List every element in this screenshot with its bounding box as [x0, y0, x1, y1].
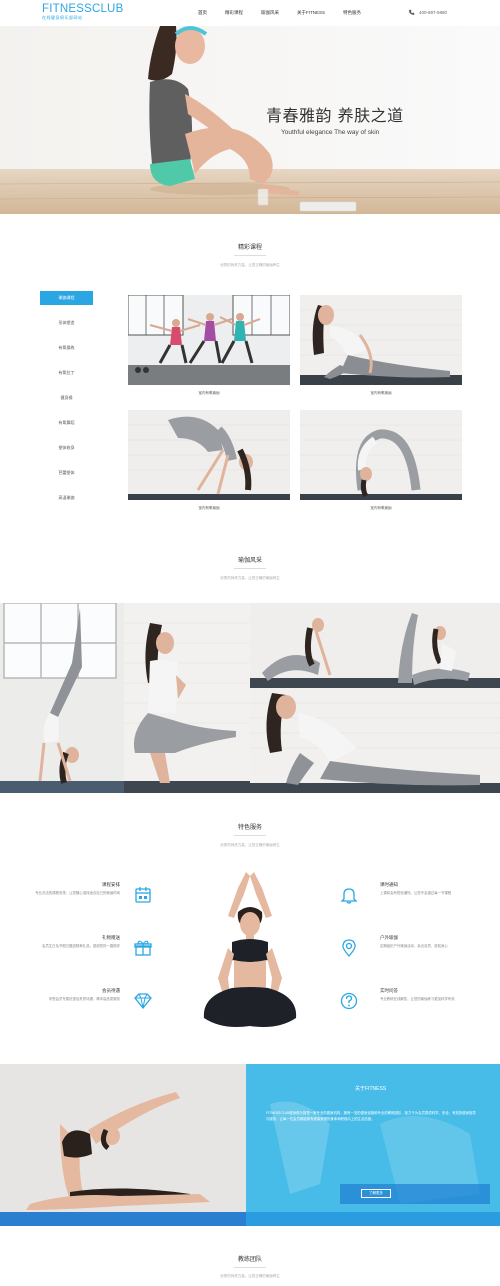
- service-desc: 会员生日及节假日赠送精美礼品，感谢您的一路陪伴: [42, 944, 120, 948]
- phone-icon: [409, 9, 415, 15]
- course-image: [300, 295, 462, 385]
- gallery-divider: [234, 568, 266, 569]
- course-image: [300, 410, 462, 500]
- nav-item-gallery[interactable]: 瑜伽风采: [261, 10, 279, 16]
- course-image: [128, 295, 290, 385]
- gallery-image: [0, 603, 500, 793]
- services-title: 特色服务: [237, 825, 262, 831]
- phone-contact: 400-897-5880: [408, 9, 447, 16]
- logo[interactable]: FITNESSCLUB 在线健身俱乐部网站: [42, 3, 123, 21]
- course-caption: 室内有氧瑜伽: [370, 506, 392, 510]
- service-title: 会员待遇: [102, 988, 120, 993]
- gallery-subtitle: 优秀的师资力量，让您正确的瑜伽养生: [220, 576, 280, 580]
- service-item: 礼物赠送 会员生日及节假日赠送精美礼品，感谢您的一路陪伴: [30, 935, 120, 949]
- sidebar-item-fitness-dance[interactable]: 健身操: [40, 391, 93, 416]
- yoga-figure-image: [203, 872, 297, 1027]
- courses-subtitle: 优秀的师资力量，让您正确的瑜伽养生: [220, 263, 280, 267]
- courses-divider: [234, 255, 266, 256]
- sidebar-item-slimming[interactable]: 塑体修身: [40, 441, 93, 466]
- courses-title: 精彩课程: [237, 245, 262, 251]
- course-caption: 室内有氧瑜伽: [198, 506, 220, 510]
- hero-title: 青春雅韵 养肤之道: [266, 106, 404, 125]
- learn-more-button[interactable]: 了解更多: [361, 1189, 391, 1198]
- service-title: 实时问答: [380, 988, 398, 993]
- main-nav: 首页 精彩课程 瑜伽风采 关于FITNESS 特色服务: [198, 10, 379, 16]
- course-card[interactable]: [128, 410, 290, 500]
- question-icon: [340, 992, 358, 1010]
- service-item: 会员待遇 享受会员专属优惠及贵宾待遇，尊享高品质服务: [30, 988, 120, 1002]
- service-title: 户外瑜伽: [380, 935, 398, 940]
- course-image: [128, 410, 290, 500]
- logo-tagline: 在线健身俱乐部网站: [42, 15, 83, 20]
- site-header: FITNESSCLUB 在线健身俱乐部网站 首页 精彩课程 瑜伽风采 关于FIT…: [0, 0, 500, 26]
- phone-number: 400-897-5880: [419, 10, 448, 15]
- nav-item-home[interactable]: 首页: [198, 10, 207, 16]
- course-caption: 室内有氧瑜伽: [370, 391, 392, 395]
- diamond-icon: [134, 993, 152, 1010]
- logo-text: FITNESSCLUB: [42, 3, 124, 15]
- sidebar-item-yoga[interactable]: 瑜伽课程: [40, 291, 93, 305]
- service-desc: 定期组织户外瑜伽活动，亲近自然，放松身心: [380, 944, 448, 948]
- sidebar-item-hot-yoga[interactable]: 高温瑜伽: [40, 491, 93, 516]
- sidebar-item-body-shaping[interactable]: 形体塑造: [40, 316, 93, 341]
- service-desc: 专业灵活的课程安排，让您随心选择适合自己的瑜伽时间: [35, 891, 120, 895]
- service-item: 课程安排 专业灵活的课程安排，让您随心选择适合自己的瑜伽时间: [30, 882, 120, 896]
- service-desc: 享受会员专属优惠及贵宾待遇，尊享高品质服务: [48, 997, 120, 1001]
- sidebar-item-aerobics[interactable]: 有氧操练: [40, 341, 93, 366]
- gallery-title: 瑜伽风采: [237, 558, 262, 564]
- about-section: [0, 1064, 500, 1226]
- service-desc: 上课前会有短信通知，让您不会错过每一节课程: [380, 891, 452, 895]
- service-title: 课时通知: [380, 882, 398, 887]
- hero-subtitle: Youthful elegance The way of skin: [281, 129, 380, 136]
- service-item: 实时问答 专业教练在线解答，让您的瑜伽练习更加科学有效: [380, 988, 470, 1002]
- service-item: 课时通知 上课前会有短信通知，让您不会错过每一节课程: [380, 882, 470, 896]
- nav-item-services[interactable]: 特色服务: [343, 10, 361, 16]
- hero-image: [0, 24, 500, 214]
- team-divider: [234, 1267, 266, 1268]
- services-divider: [234, 835, 266, 836]
- course-sidebar: 瑜伽课程 形体塑造 有氧操练 有氧拉丁 健身操 有氧舞蹈 塑体修身 芭蕾塑体 高…: [40, 291, 93, 516]
- course-card[interactable]: [300, 410, 462, 500]
- service-desc: 专业教练在线解答，让您的瑜伽练习更加科学有效: [380, 997, 455, 1001]
- about-text: FITNESSCLUB健身俱乐部是一家专业的健身机构，拥有一流的健身设施和专业的…: [266, 1111, 476, 1121]
- about-title: 关于FITNESS: [355, 1086, 387, 1092]
- bell-icon: [340, 888, 358, 904]
- about-image: [0, 1064, 500, 1226]
- sidebar-item-aerobic-dance[interactable]: 有氧舞蹈: [40, 416, 93, 441]
- course-card[interactable]: [128, 295, 290, 385]
- hero-banner: 青春雅韵 养肤之道 Youthful elegance The way of s…: [0, 24, 500, 214]
- sidebar-item-ballet[interactable]: 芭蕾塑体: [40, 466, 93, 491]
- services-subtitle: 优秀的师资力量，让您正确的瑜伽养生: [220, 843, 280, 847]
- service-item: 户外瑜伽 定期组织户外瑜伽活动，亲近自然，放松身心: [380, 935, 470, 949]
- gallery-grid: [0, 603, 500, 793]
- calendar-icon: [135, 887, 151, 903]
- team-title: 教练团队: [237, 1257, 262, 1263]
- nav-item-courses[interactable]: 精彩课程: [225, 10, 243, 16]
- gift-icon: [134, 940, 152, 956]
- service-title: 礼物赠送: [102, 935, 120, 940]
- service-title: 课程安排: [102, 882, 120, 887]
- sidebar-item-latin[interactable]: 有氧拉丁: [40, 366, 93, 391]
- course-caption: 室内有氧瑜伽: [198, 391, 220, 395]
- location-icon: [342, 939, 356, 957]
- nav-item-about[interactable]: 关于FITNESS: [297, 10, 325, 16]
- team-subtitle: 优秀的师资力量，让您正确的瑜伽养生: [220, 1274, 280, 1278]
- course-card[interactable]: [300, 295, 462, 385]
